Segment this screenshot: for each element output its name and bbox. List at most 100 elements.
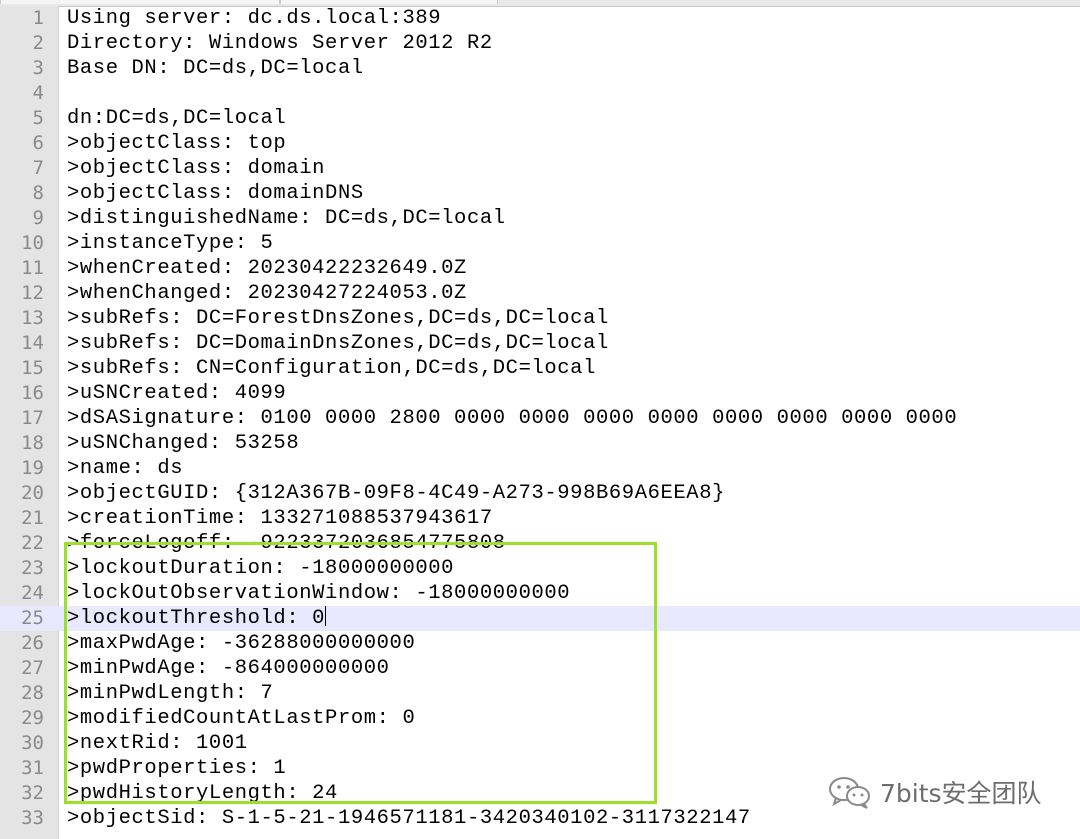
line-number: 7 (32, 157, 44, 179)
line-content[interactable]: >maxPwdAge: -36288000000000 (67, 631, 415, 656)
line-content[interactable]: Base DN: DC=ds,DC=local (67, 56, 364, 81)
line-number: 2 (32, 32, 44, 54)
line-number: 31 (21, 757, 44, 779)
line-number: 4 (32, 82, 44, 104)
editor-line[interactable]: 30 >nextRid: 1001 (0, 731, 1080, 756)
editor-line[interactable]: 26 >maxPwdAge: -36288000000000 (0, 631, 1080, 656)
line-number: 20 (21, 482, 44, 504)
line-content[interactable]: >instanceType: 5 (67, 231, 273, 256)
editor-line[interactable]: 14 >subRefs: DC=DomainDnsZones,DC=ds,DC=l… (0, 331, 1080, 356)
editor-line[interactable]: 1 Using server: dc.ds.local:389 (0, 6, 1080, 31)
editor-line[interactable]: 18 >uSNChanged: 53258 (0, 431, 1080, 456)
line-number: 22 (21, 532, 44, 554)
line-content[interactable]: >pwdProperties: 1 (67, 756, 286, 781)
editor-line[interactable]: 23 >lockoutDuration: -18000000000 (0, 556, 1080, 581)
line-number: 18 (21, 432, 44, 454)
line-number: 21 (21, 507, 44, 529)
editor-line[interactable]: 27 >minPwdAge: -864000000000 (0, 656, 1080, 681)
text-caret (325, 606, 327, 626)
editor-line[interactable]: 20 >objectGUID: {312A367B-09F8-4C49-A273-… (0, 481, 1080, 506)
line-number: 30 (21, 732, 44, 754)
editor-line[interactable]: 24 >lockOutObservationWindow: -1800000000… (0, 581, 1080, 606)
line-number: 12 (21, 282, 44, 304)
line-content[interactable]: >pwdHistoryLength: 24 (67, 781, 338, 806)
line-content[interactable]: >name: ds (67, 456, 183, 481)
editor-line[interactable]: 13 >subRefs: DC=ForestDnsZones,DC=ds,DC=l… (0, 306, 1080, 331)
editor-line[interactable]: 19 >name: ds (0, 456, 1080, 481)
editor-line[interactable]: 6 >objectClass: top (0, 131, 1080, 156)
editor-line[interactable]: 29 >modifiedCountAtLastProm: 0 (0, 706, 1080, 731)
line-number: 33 (21, 807, 44, 829)
tab-active[interactable] (0, 0, 280, 4)
line-number: 13 (21, 307, 44, 329)
wechat-icon (829, 777, 870, 809)
line-number: 6 (32, 132, 44, 154)
line-number: 27 (21, 657, 44, 679)
line-content[interactable]: >uSNCreated: 4099 (67, 381, 286, 406)
editor-line[interactable]: 5 dn:DC=ds,DC=local (0, 106, 1080, 131)
line-content[interactable]: >subRefs: CN=Configuration,DC=ds,DC=loca… (67, 356, 596, 381)
line-content[interactable]: >dSASignature: 0100 0000 2800 0000 0000 … (67, 406, 957, 431)
line-number: 26 (21, 632, 44, 654)
line-content[interactable]: >distinguishedName: DC=ds,DC=local (67, 206, 506, 231)
line-number: 17 (21, 407, 44, 429)
editor-line[interactable]: 16 >uSNCreated: 4099 (0, 381, 1080, 406)
editor-line[interactable]: 2 Directory: Windows Server 2012 R2 (0, 31, 1080, 56)
line-number: 14 (21, 332, 44, 354)
editor-line[interactable]: 15 >subRefs: CN=Configuration,DC=ds,DC=lo… (0, 356, 1080, 381)
editor-line[interactable]: 22 >forceLogoff: -9223372036854775808 (0, 531, 1080, 556)
editor-line[interactable]: 8 >objectClass: domainDNS (0, 181, 1080, 206)
editor-line[interactable]: 25 >lockoutThreshold: 0 (0, 606, 1080, 631)
line-number: 9 (32, 207, 44, 229)
line-content[interactable]: >objectClass: domain (67, 156, 325, 181)
line-content[interactable]: >lockoutDuration: -18000000000 (67, 556, 454, 581)
editor-line[interactable]: 10 >instanceType: 5 (0, 231, 1080, 256)
editor-line[interactable]: 21 >creationTime: 133271088537943617 (0, 506, 1080, 531)
line-number: 24 (21, 582, 44, 604)
text-editor-window: 1 Using server: dc.ds.local:389 2 Directory… (0, 0, 1080, 839)
editor-text-area[interactable]: 1 Using server: dc.ds.local:389 2 Directory… (0, 6, 1080, 831)
line-content[interactable]: >creationTime: 133271088537943617 (67, 506, 493, 531)
line-content[interactable]: >whenCreated: 20230422232649.0Z (67, 256, 467, 281)
line-content[interactable]: >subRefs: DC=ForestDnsZones,DC=ds,DC=loc… (67, 306, 609, 331)
editor-line[interactable]: 17 >dSASignature: 0100 0000 2800 0000 000… (0, 406, 1080, 431)
line-number: 16 (21, 382, 44, 404)
editor-line[interactable]: 12 >whenChanged: 20230427224053.0Z (0, 281, 1080, 306)
line-content[interactable]: >modifiedCountAtLastProm: 0 (67, 706, 415, 731)
editor-line[interactable]: 4 (0, 81, 1080, 106)
line-content[interactable]: >minPwdLength: 7 (67, 681, 273, 706)
tab-inactive[interactable] (280, 0, 498, 4)
editor-line[interactable]: 28 >minPwdLength: 7 (0, 681, 1080, 706)
line-number: 11 (21, 257, 44, 279)
editor-line[interactable]: 11 >whenCreated: 20230422232649.0Z (0, 256, 1080, 281)
line-number: 28 (21, 682, 44, 704)
line-content[interactable]: >forceLogoff: -9223372036854775808 (67, 531, 506, 556)
line-number: 15 (21, 357, 44, 379)
editor-line[interactable]: 7 >objectClass: domain (0, 156, 1080, 181)
line-content[interactable]: dn:DC=ds,DC=local (67, 106, 286, 131)
watermark: 7bits安全团队 (828, 774, 1042, 810)
line-content[interactable]: >subRefs: DC=DomainDnsZones,DC=ds,DC=loc… (67, 331, 609, 356)
line-content[interactable]: >objectClass: domainDNS (67, 181, 364, 206)
line-content[interactable]: >objectSid: S-1-5-21-1946571181-34203401… (67, 806, 751, 831)
line-content[interactable]: >nextRid: 1001 (67, 731, 248, 756)
line-content[interactable]: >uSNChanged: 53258 (67, 431, 299, 456)
line-content[interactable]: >minPwdAge: -864000000000 (67, 656, 390, 681)
line-number: 8 (32, 182, 44, 204)
line-number: 29 (21, 707, 44, 729)
line-number: 3 (32, 57, 44, 79)
watermark-text: 7bits安全团队 (880, 779, 1042, 808)
line-number: 19 (21, 457, 44, 479)
line-number: 1 (32, 7, 44, 29)
line-content[interactable]: Directory: Windows Server 2012 R2 (67, 31, 493, 56)
line-content[interactable]: >objectGUID: {312A367B-09F8-4C49-A273-99… (67, 481, 725, 506)
line-number: 23 (21, 557, 44, 579)
line-content[interactable]: >lockOutObservationWindow: -18000000000 (67, 581, 570, 606)
line-content[interactable]: >whenChanged: 20230427224053.0Z (67, 281, 467, 306)
line-content[interactable]: >lockoutThreshold: 0 (67, 606, 327, 631)
line-content[interactable]: Using server: dc.ds.local:389 (67, 6, 441, 31)
line-number: 10 (21, 232, 44, 254)
editor-line[interactable]: 3 Base DN: DC=ds,DC=local (0, 56, 1080, 81)
line-content[interactable]: >objectClass: top (67, 131, 286, 156)
editor-line[interactable]: 9 >distinguishedName: DC=ds,DC=local (0, 206, 1080, 231)
